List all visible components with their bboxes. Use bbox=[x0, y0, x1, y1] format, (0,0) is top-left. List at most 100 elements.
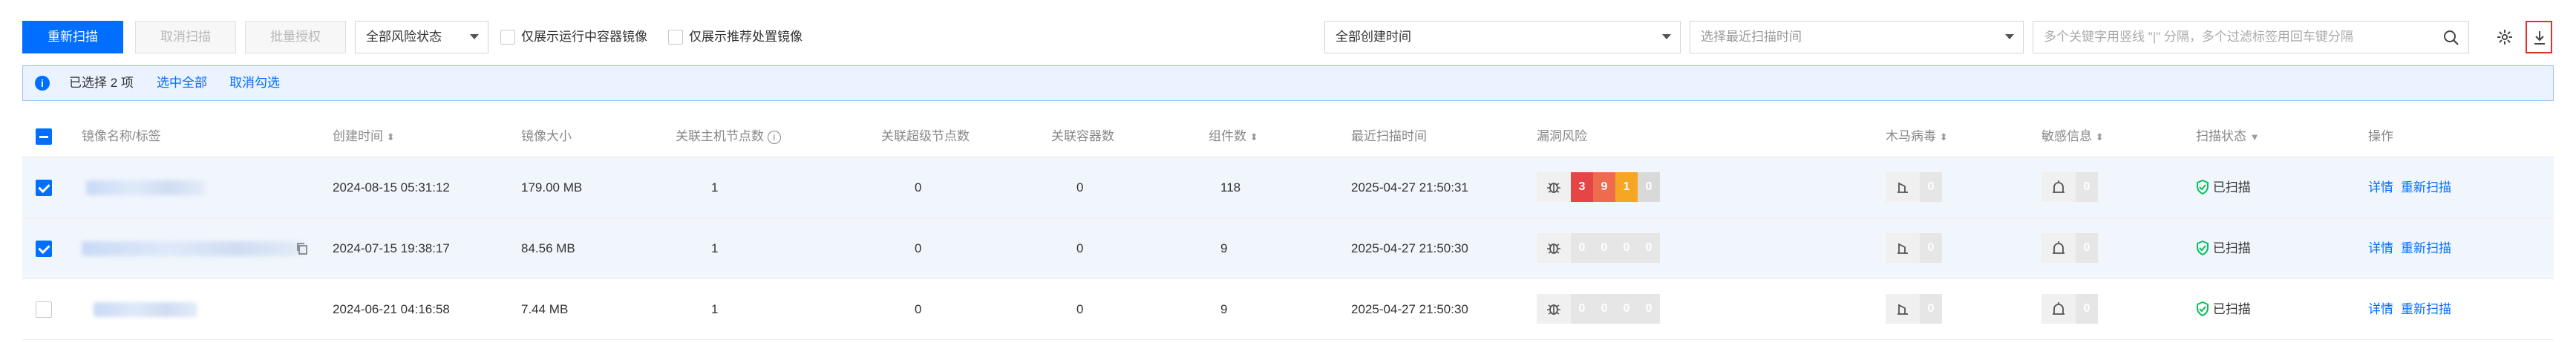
col-host-nodes: 关联主机节点数 i bbox=[676, 116, 781, 157]
last-scan-time: 2025-04-27 21:50:31 bbox=[1351, 180, 1468, 195]
vuln-high-count: 0 bbox=[1593, 233, 1615, 263]
image-size: 7.44 MB bbox=[521, 302, 569, 316]
containers: 0 bbox=[1076, 302, 1084, 316]
download-icon bbox=[2534, 31, 2545, 45]
trojan-count: 0 bbox=[1920, 233, 1942, 263]
select-all-link[interactable]: 选中全部 bbox=[157, 66, 207, 100]
trojan-summary[interactable]: 0 bbox=[1886, 294, 1942, 324]
only-recommended-checkbox[interactable] bbox=[668, 30, 683, 45]
vuln-low-count: 0 bbox=[1638, 172, 1660, 202]
col-components[interactable]: 组件数 ⬍ bbox=[1209, 116, 1258, 158]
sensitive-summary[interactable]: 0 bbox=[2041, 294, 2098, 324]
trojan-summary[interactable]: 0 bbox=[1886, 172, 1942, 202]
col-scan-status-label: 扫描状态 bbox=[2196, 129, 2246, 143]
bug-icon bbox=[1537, 172, 1571, 202]
bug-icon bbox=[1537, 294, 1571, 324]
last-scan-time-select[interactable]: 选择最近扫描时间 bbox=[1690, 21, 2024, 53]
host-nodes-link[interactable]: 1 bbox=[711, 218, 718, 279]
rescan-button[interactable]: 重新扫描 bbox=[22, 21, 123, 53]
vuln-risk-summary[interactable]: 3 9 1 0 bbox=[1537, 172, 1660, 202]
col-scan-status[interactable]: 扫描状态 ▼ bbox=[2196, 116, 2260, 158]
rescan-link[interactable]: 重新扫描 bbox=[2401, 302, 2451, 316]
image-name-redacted bbox=[94, 302, 197, 317]
download-button[interactable] bbox=[2526, 21, 2552, 53]
copy-icon[interactable] bbox=[295, 242, 309, 255]
host-nodes-link[interactable]: 1 bbox=[711, 279, 718, 340]
col-containers: 关联容器数 bbox=[1051, 129, 1114, 143]
vuln-risk-summary[interactable]: 0 0 0 0 bbox=[1537, 233, 1660, 263]
super-nodes: 0 bbox=[915, 302, 922, 316]
only-recommended-label: 仅展示推荐处置镜像 bbox=[689, 30, 802, 44]
selected-count: 已选择 2 项 bbox=[69, 76, 134, 90]
toolbar: 重新扫描 取消扫描 批量授权 全部风险状态 仅展示运行中容器镜像 仅展示推荐处置… bbox=[22, 21, 2554, 56]
vuln-medium-count: 1 bbox=[1615, 172, 1638, 202]
sensitive-count: 0 bbox=[2076, 233, 2098, 263]
vuln-low-count: 0 bbox=[1638, 294, 1660, 324]
table-header: 镜像名称/标签 创建时间 ⬍ 镜像大小 关联主机节点数 i 关联超级节点数 关联… bbox=[22, 116, 2554, 157]
sensitive-summary[interactable]: 0 bbox=[2041, 233, 2098, 263]
table-row: 2024-08-15 05:31:12 179.00 MB 1 0 0 118 … bbox=[22, 157, 2554, 218]
trojan-count: 0 bbox=[1920, 172, 1942, 202]
row-ops: 详情 重新扫描 bbox=[2368, 218, 2459, 279]
batch-authorize-button[interactable]: 批量授权 bbox=[245, 21, 346, 53]
last-scan-time: 2025-04-27 21:50:30 bbox=[1351, 302, 1468, 316]
created-time: 2024-06-21 04:16:58 bbox=[333, 302, 450, 316]
vuln-low-count: 0 bbox=[1638, 233, 1660, 263]
host-nodes-link[interactable]: 1 bbox=[711, 157, 718, 218]
sensitive-summary[interactable]: 0 bbox=[2041, 172, 2098, 202]
search-input[interactable] bbox=[2033, 22, 2449, 53]
image-name-redacted bbox=[86, 180, 205, 195]
rescan-link[interactable]: 重新扫描 bbox=[2401, 180, 2451, 195]
row-checkbox[interactable] bbox=[36, 241, 52, 257]
info-icon: i bbox=[35, 76, 50, 91]
settings-button[interactable] bbox=[2488, 21, 2521, 53]
search-icon[interactable] bbox=[2443, 30, 2459, 46]
only-running-checkbox[interactable] bbox=[500, 30, 515, 45]
trojan-icon bbox=[1886, 294, 1920, 324]
risk-status-value: 全部风险状态 bbox=[366, 30, 442, 44]
row-checkbox[interactable] bbox=[36, 180, 52, 196]
image-size: 179.00 MB bbox=[521, 180, 583, 195]
search-box bbox=[2033, 21, 2469, 53]
last-scan-time: 2025-04-27 21:50:30 bbox=[1351, 241, 1468, 255]
scan-status-text: 已扫描 bbox=[2212, 302, 2251, 316]
only-running-label: 仅展示运行中容器镜像 bbox=[521, 30, 647, 44]
cancel-select-link[interactable]: 取消勾选 bbox=[229, 66, 280, 100]
components-link[interactable]: 9 bbox=[1220, 279, 1227, 340]
components-link[interactable]: 118 bbox=[1220, 157, 1240, 218]
select-all-checkbox[interactable] bbox=[36, 128, 52, 145]
vuln-medium-count: 0 bbox=[1615, 233, 1638, 263]
risk-status-select[interactable]: 全部风险状态 bbox=[355, 21, 488, 53]
trojan-summary[interactable]: 0 bbox=[1886, 233, 1942, 263]
chevron-down-icon bbox=[2005, 34, 2014, 39]
col-sensitive[interactable]: 敏感信息 ⬍ bbox=[2041, 116, 2104, 158]
bug-icon bbox=[1537, 233, 1571, 263]
containers: 0 bbox=[1076, 241, 1084, 255]
create-time-select[interactable]: 全部创建时间 bbox=[1324, 21, 1681, 53]
detail-link[interactable]: 详情 bbox=[2368, 241, 2393, 255]
alarm-icon bbox=[2041, 172, 2076, 202]
col-trojan[interactable]: 木马病毒 ⬍ bbox=[1886, 116, 1948, 158]
vuln-risk-summary[interactable]: 0 0 0 0 bbox=[1537, 294, 1660, 324]
help-icon[interactable]: i bbox=[767, 131, 781, 144]
cancel-scan-button[interactable]: 取消扫描 bbox=[135, 21, 236, 53]
sensitive-count: 0 bbox=[2076, 294, 2098, 324]
detail-link[interactable]: 详情 bbox=[2368, 180, 2393, 195]
created-time: 2024-08-15 05:31:12 bbox=[333, 180, 450, 195]
sort-icon: ⬍ bbox=[1249, 131, 1258, 143]
components-link[interactable]: 9 bbox=[1220, 218, 1227, 279]
selection-bar: i 已选择 2 项 选中全部 取消勾选 bbox=[22, 65, 2554, 101]
row-checkbox[interactable] bbox=[36, 301, 52, 318]
detail-link[interactable]: 详情 bbox=[2368, 302, 2393, 316]
rescan-link[interactable]: 重新扫描 bbox=[2401, 241, 2451, 255]
trojan-count: 0 bbox=[1920, 294, 1942, 324]
vuln-critical-count: 3 bbox=[1571, 172, 1593, 202]
col-last-scan: 最近扫描时间 bbox=[1351, 129, 1427, 143]
sensitive-count: 0 bbox=[2076, 172, 2098, 202]
col-created[interactable]: 创建时间 ⬍ bbox=[333, 116, 395, 158]
image-size: 84.56 MB bbox=[521, 241, 575, 255]
scan-status-text: 已扫描 bbox=[2212, 180, 2251, 195]
col-vuln: 漏洞风险 bbox=[1537, 129, 1587, 143]
col-components-label: 组件数 bbox=[1209, 129, 1246, 143]
col-trojan-label: 木马病毒 bbox=[1886, 129, 1936, 143]
